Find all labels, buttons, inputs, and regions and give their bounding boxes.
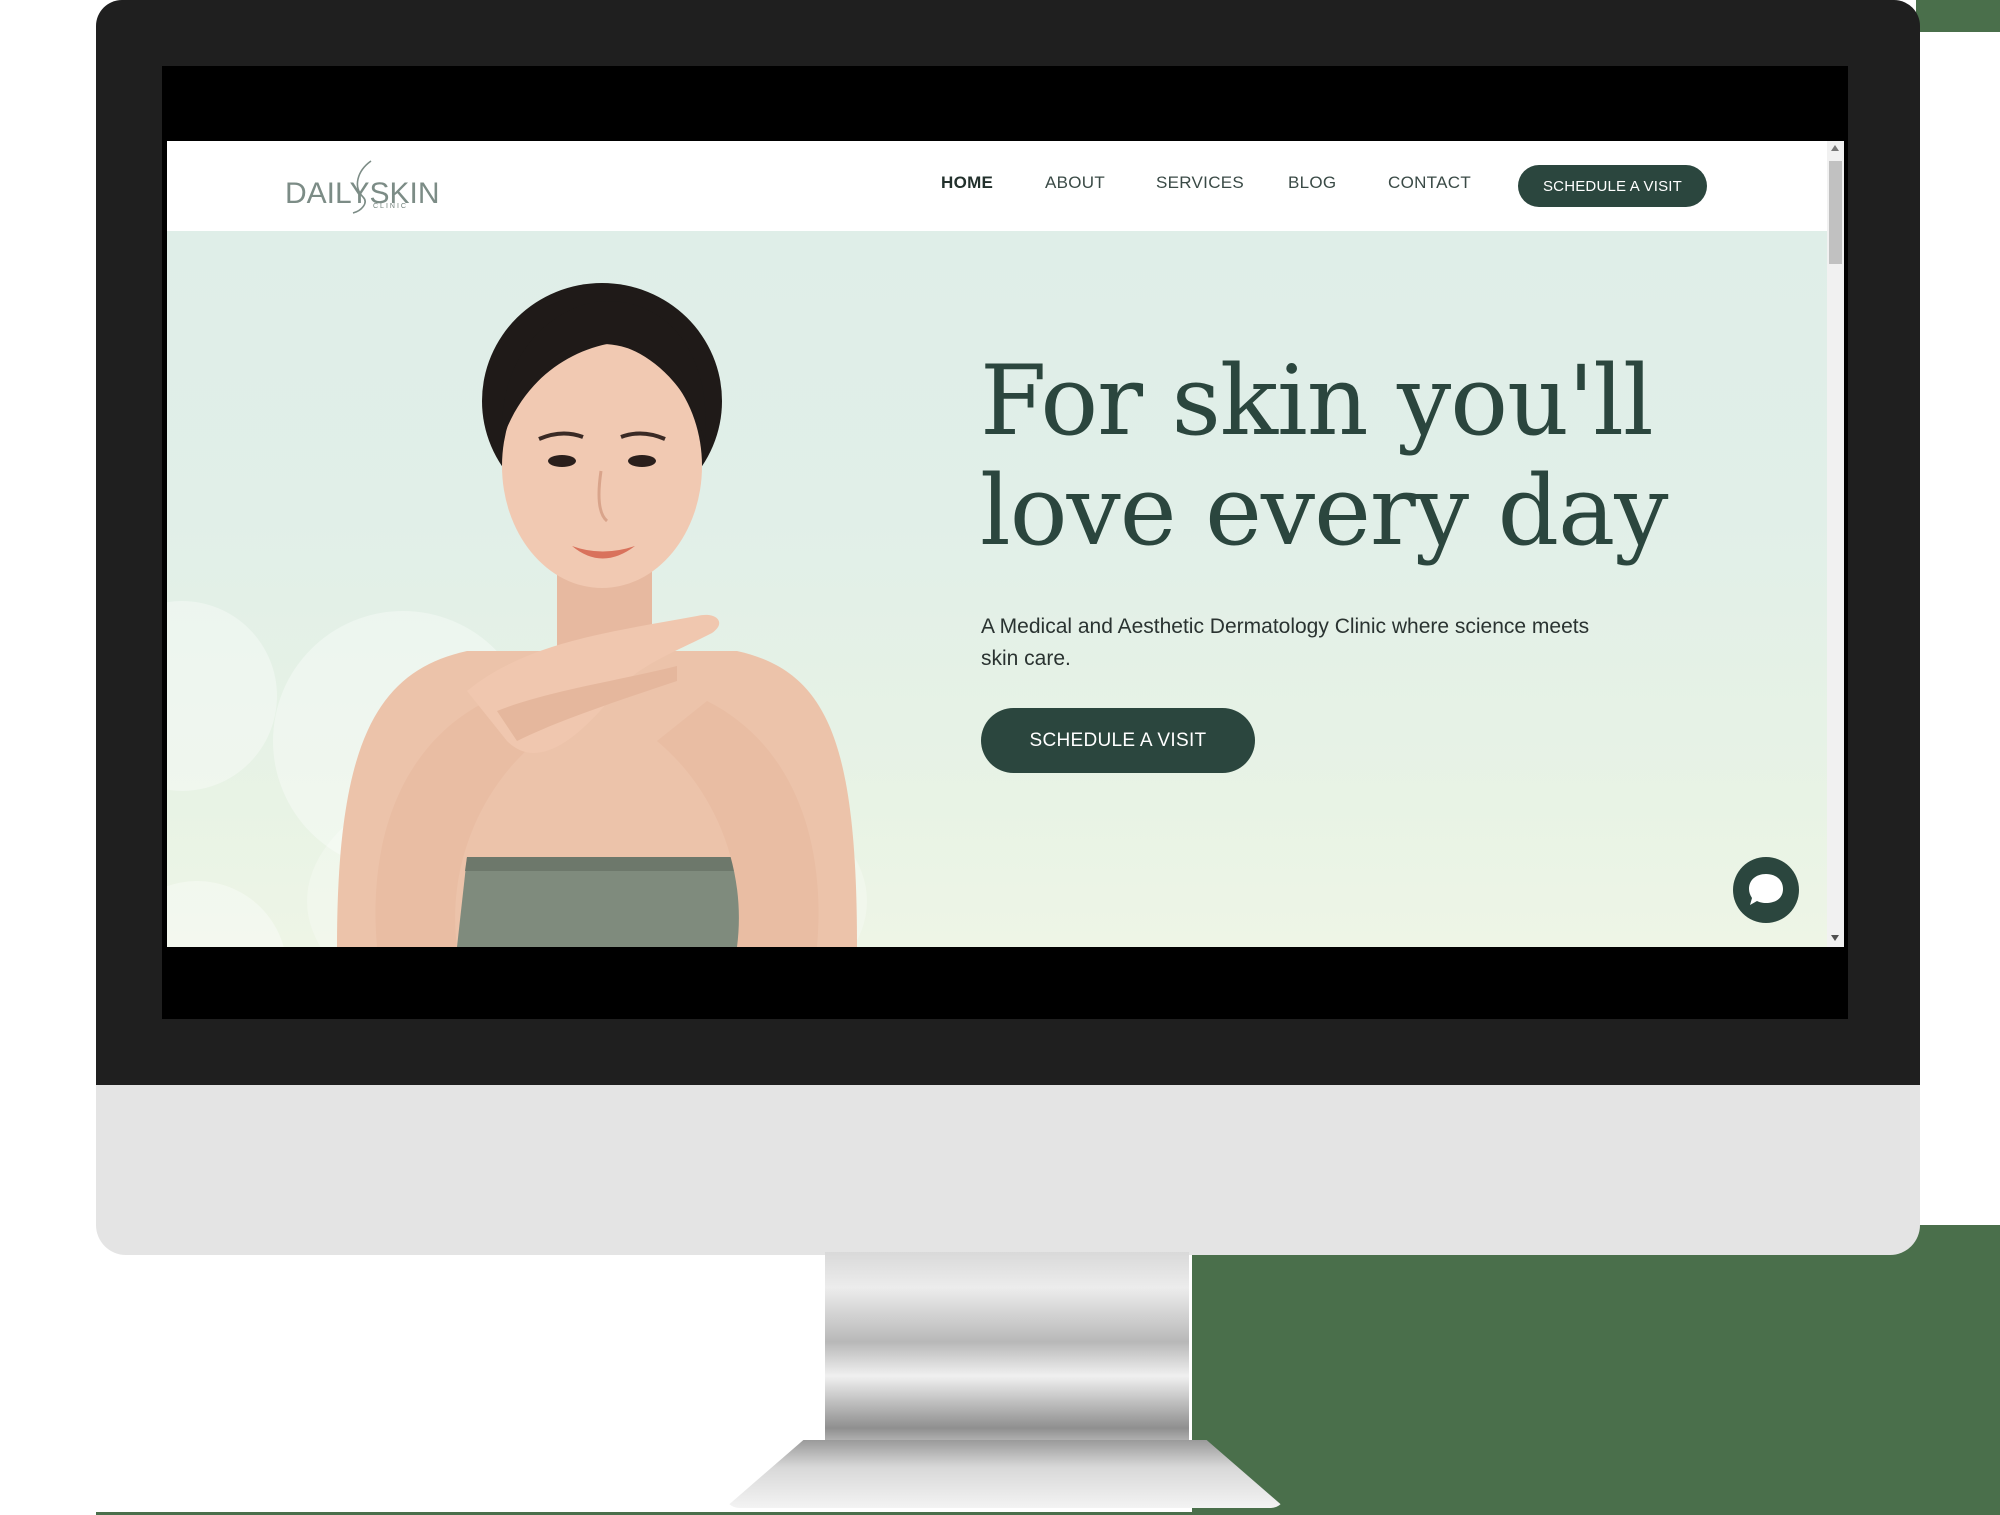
background-patch	[1916, 0, 2000, 32]
monitor-stand-base	[725, 1440, 1285, 1508]
chat-bubble-icon	[1749, 874, 1783, 905]
scroll-down-arrow-icon[interactable]	[1831, 935, 1839, 941]
nav-home[interactable]: HOME	[941, 173, 993, 193]
nav-blog[interactable]: BLOG	[1288, 173, 1336, 193]
background-patch	[1192, 1225, 2000, 1515]
hero-title-line-2: love every day	[980, 455, 1668, 567]
logo-swoosh-icon	[352, 160, 372, 214]
hero-title-line-1: For skin you'll	[980, 345, 1654, 457]
site-logo[interactable]: DAILYSKIN CLINIC	[285, 157, 440, 215]
nav-about[interactable]: ABOUT	[1045, 173, 1105, 193]
hero-subtitle: A Medical and Aesthetic Dermatology Clin…	[981, 615, 1590, 670]
nav-contact[interactable]: CONTACT	[1388, 173, 1471, 193]
hero-schedule-button[interactable]: SCHEDULE A VISIT	[981, 708, 1255, 773]
header-schedule-button[interactable]: SCHEDULE A VISIT	[1518, 165, 1707, 207]
nav-services[interactable]: SERVICES	[1156, 173, 1244, 193]
hero-section: For skin you'll love every day A Medical…	[167, 231, 1827, 947]
decorative-circle	[167, 881, 287, 947]
browser-viewport: DAILYSKIN CLINIC HOME ABOUT SERVICES BLO…	[167, 141, 1844, 947]
hero-title: For skin you'll love every day	[980, 346, 1700, 566]
vertical-scrollbar[interactable]	[1827, 141, 1844, 947]
monitor-chin	[96, 1085, 1920, 1255]
logo-subtext: CLINIC	[373, 203, 408, 210]
site-header: DAILYSKIN CLINIC HOME ABOUT SERVICES BLO…	[167, 141, 1827, 231]
chat-button[interactable]	[1733, 857, 1799, 923]
scroll-thumb[interactable]	[1829, 161, 1842, 264]
hero-portrait-image	[337, 283, 857, 947]
decorative-circle	[167, 601, 277, 791]
monitor-stand-neck	[825, 1252, 1189, 1452]
scroll-up-arrow-icon[interactable]	[1831, 145, 1839, 151]
